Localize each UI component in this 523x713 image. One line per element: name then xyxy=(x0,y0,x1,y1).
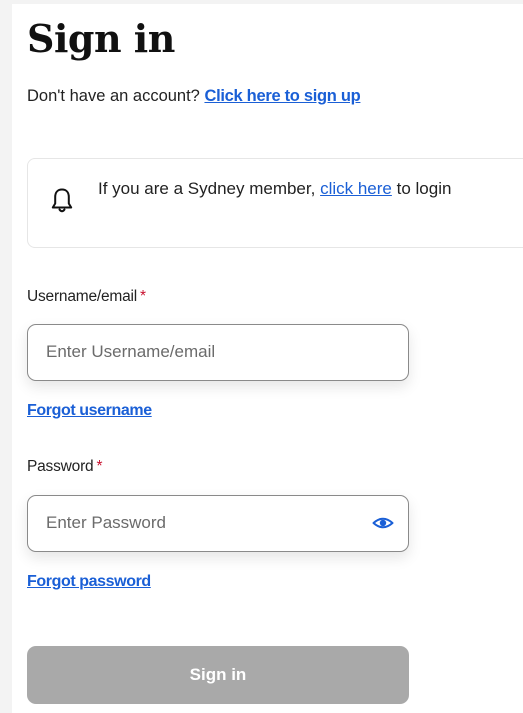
password-input[interactable] xyxy=(46,496,366,550)
notice-text-after: to login xyxy=(396,179,452,198)
signup-prompt-text: Don't have an account? xyxy=(27,87,200,105)
signup-link[interactable]: Click here to sign up xyxy=(204,87,360,105)
password-field[interactable] xyxy=(27,495,409,552)
password-label-text: Password xyxy=(27,458,94,475)
forgot-password-link[interactable]: Forgot password xyxy=(27,571,151,593)
username-label: Username/email * xyxy=(27,286,146,308)
sydney-login-link[interactable]: click here xyxy=(320,179,392,198)
notice-text-before: If you are a Sydney member, xyxy=(98,179,316,198)
bell-icon xyxy=(51,188,73,213)
signup-prompt: Don't have an account? Click here to sig… xyxy=(27,84,361,108)
username-input[interactable] xyxy=(46,325,366,379)
required-marker: * xyxy=(140,288,146,305)
password-label: Password * xyxy=(27,456,103,478)
notice-text: If you are a Sydney member, click here t… xyxy=(98,176,523,202)
forgot-username-link[interactable]: Forgot username xyxy=(27,400,152,422)
sydney-member-notice: If you are a Sydney member, click here t… xyxy=(27,158,523,248)
sign-in-panel: Sign in Don't have an account? Click her… xyxy=(12,4,523,713)
username-field[interactable] xyxy=(27,324,409,381)
username-label-text: Username/email xyxy=(27,288,138,305)
sign-in-button[interactable]: Sign in xyxy=(27,646,409,704)
page-title: Sign in xyxy=(27,16,175,61)
required-marker: * xyxy=(96,458,103,475)
eye-icon[interactable] xyxy=(372,513,394,533)
